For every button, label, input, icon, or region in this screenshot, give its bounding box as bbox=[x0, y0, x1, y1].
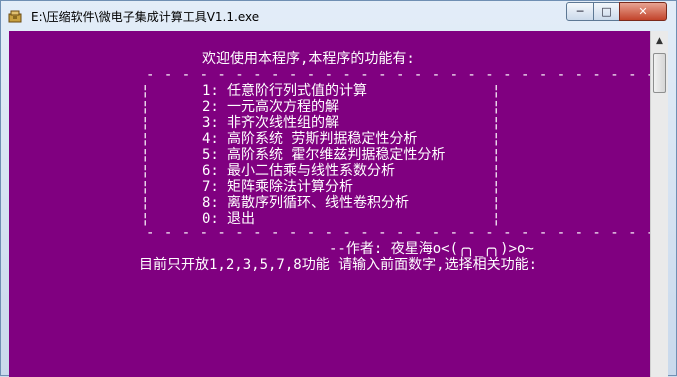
menu-item-label: 非齐次线性组的解 bbox=[227, 115, 339, 131]
menu-item-number: 7: bbox=[202, 179, 219, 195]
menu-item-number: 6: bbox=[202, 163, 219, 179]
menu-right-border: ¦ bbox=[492, 147, 501, 163]
vertical-scrollbar[interactable]: ▲ bbox=[650, 31, 668, 377]
menu-item-number: 5: bbox=[202, 147, 219, 163]
console-window: E:\压缩软件\微电子集成计算工具V1.1.exe ─ □ ✕ 欢迎使用本程序,… bbox=[0, 0, 677, 377]
input-prompt: 目前只开放1,2,3,5,7,8功能 请输入前面数字,选择相关功能: bbox=[139, 257, 538, 273]
menu-item-label: 离散序列循环、线性卷积分析 bbox=[227, 195, 409, 211]
menu-item-number: 3: bbox=[202, 115, 219, 131]
menu-left-border: ¦ bbox=[141, 163, 150, 179]
top-separator: - - - - - - - - - - - - - - - - - - - - … bbox=[146, 67, 650, 83]
minimize-button[interactable]: ─ bbox=[566, 2, 594, 21]
maximize-button[interactable]: □ bbox=[593, 2, 620, 21]
scroll-thumb[interactable] bbox=[653, 53, 666, 93]
author-line: --作者: 夜星海o<(╭╮_╭╮)>o~ bbox=[329, 241, 534, 257]
scroll-up-arrow-icon[interactable]: ▲ bbox=[652, 33, 667, 49]
menu-right-border: ¦ bbox=[492, 195, 501, 211]
menu-left-border: ¦ bbox=[141, 195, 150, 211]
console-output[interactable]: 欢迎使用本程序,本程序的功能有: - - - - - - - - - - - -… bbox=[9, 31, 650, 377]
menu-item-label: 任意阶行列式值的计算 bbox=[227, 83, 367, 99]
title-bar[interactable]: E:\压缩软件\微电子集成计算工具V1.1.exe ─ □ ✕ bbox=[1, 1, 676, 31]
menu-right-border: ¦ bbox=[492, 83, 501, 99]
app-icon bbox=[7, 8, 23, 24]
bottom-separator: - - - - - - - - - - - - - - - - - - - - … bbox=[146, 225, 650, 241]
menu-right-border: ¦ bbox=[492, 163, 501, 179]
menu-left-border: ¦ bbox=[141, 131, 150, 147]
menu-right-border: ¦ bbox=[492, 115, 501, 131]
welcome-header: 欢迎使用本程序,本程序的功能有: bbox=[202, 51, 415, 67]
menu-item-label: 高阶系统 劳斯判据稳定性分析 bbox=[227, 131, 418, 147]
menu-item-number: 1: bbox=[202, 83, 219, 99]
menu-left-border: ¦ bbox=[141, 147, 150, 163]
menu-left-border: ¦ bbox=[141, 83, 150, 99]
menu-item-label: 一元高次方程的解 bbox=[227, 99, 339, 115]
menu-item-label: 最小二估乘与线性系数分析 bbox=[227, 163, 395, 179]
menu-left-border: ¦ bbox=[141, 179, 150, 195]
close-button[interactable]: ✕ bbox=[619, 2, 667, 21]
menu-item-label: 高阶系统 霍尔维兹判据稳定性分析 bbox=[227, 147, 446, 163]
menu-right-border: ¦ bbox=[492, 131, 501, 147]
menu-right-border: ¦ bbox=[492, 179, 501, 195]
menu-left-border: ¦ bbox=[141, 99, 150, 115]
menu-item-number: 4: bbox=[202, 131, 219, 147]
window-title: E:\压缩软件\微电子集成计算工具V1.1.exe bbox=[31, 10, 260, 24]
menu-item-label: 矩阵乘除法计算分析 bbox=[227, 179, 353, 195]
menu-right-border: ¦ bbox=[492, 99, 501, 115]
menu-item-number: 2: bbox=[202, 99, 219, 115]
menu-item-number: 8: bbox=[202, 195, 219, 211]
menu-left-border: ¦ bbox=[141, 115, 150, 131]
